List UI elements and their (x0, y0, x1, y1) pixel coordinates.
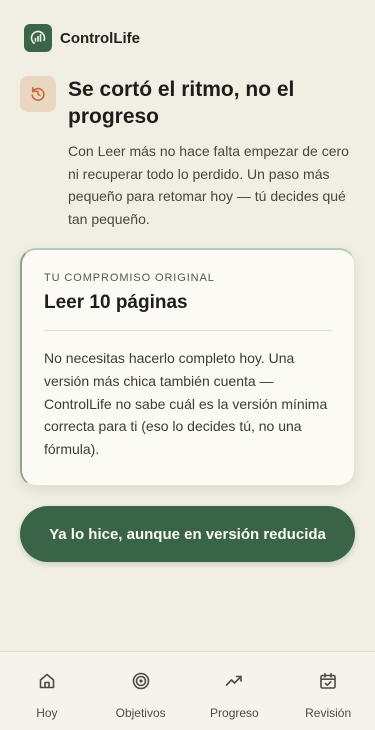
app-header: ControlLife (24, 24, 140, 52)
commitment-title: Leer 10 páginas (44, 292, 188, 313)
nav-item-objetivos[interactable]: Objetivos (94, 652, 188, 730)
app-name: ControlLife (60, 29, 140, 47)
commitment-description: No necesitas hacerlo completo hoy. Una v… (44, 350, 328, 458)
commitment-card: TU COMPROMISO ORIGINAL Leer 10 páginas N… (20, 248, 355, 486)
bottom-nav: Hoy Objetivos Progreso Revisión (0, 651, 375, 730)
restart-icon (20, 76, 56, 112)
done-reduced-button[interactable]: Ya lo hice, aunque en versión reducida (20, 506, 355, 562)
intro-description: Con Leer más no hace falta empezar de ce… (68, 143, 349, 227)
nav-label: Revisión (305, 706, 352, 720)
nav-item-revision[interactable]: Revisión (281, 652, 375, 730)
trending-up-icon (223, 670, 245, 692)
nav-label: Objetivos (115, 706, 166, 720)
calendar-check-icon (317, 670, 339, 692)
nav-item-progreso[interactable]: Progreso (188, 652, 282, 730)
home-icon (36, 670, 58, 692)
resume-intro: Se cortó el ritmo, no el progreso Con Le… (20, 76, 353, 230)
target-icon (130, 670, 152, 692)
card-eyebrow: TU COMPROMISO ORIGINAL (44, 272, 215, 284)
nav-label: Hoy (36, 706, 58, 720)
card-divider (44, 330, 332, 331)
page-title: Se cortó el ritmo, no el progreso (68, 78, 295, 128)
nav-label: Progreso (210, 706, 259, 720)
app-logo-icon (24, 24, 52, 52)
nav-item-hoy[interactable]: Hoy (0, 652, 94, 730)
